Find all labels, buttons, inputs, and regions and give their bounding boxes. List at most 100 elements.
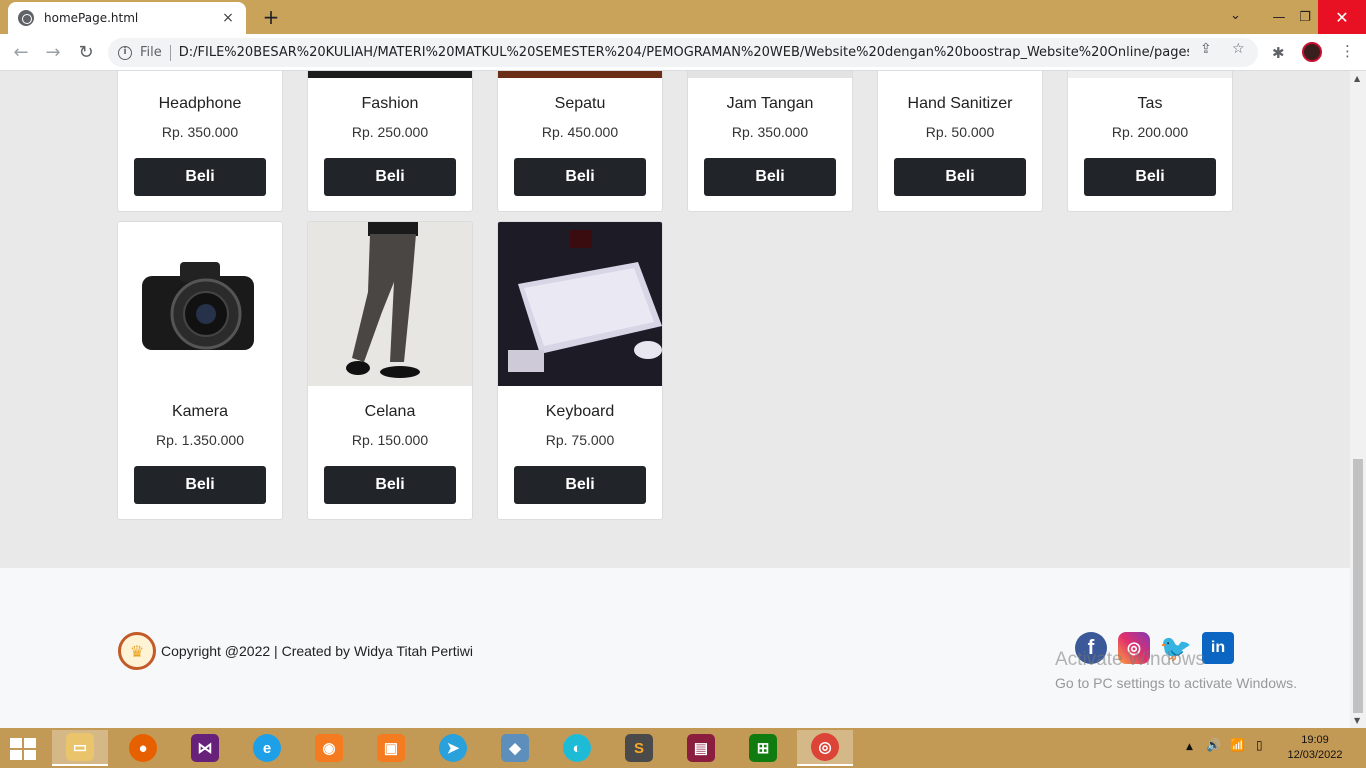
buy-button[interactable]: Beli	[1084, 158, 1216, 196]
browser-toolbar: ← → ↻ i File D:/FILE%20BESAR%20KULIAH/MA…	[0, 34, 1366, 71]
crown-icon: ♛	[129, 641, 145, 661]
product-name: Kamera	[171, 403, 229, 420]
product-price: Rp. 350.000	[161, 124, 239, 140]
file-explorer-icon[interactable]: ▭	[52, 730, 108, 766]
product-price: Rp. 200.000	[1111, 124, 1189, 140]
tab-title: homePage.html	[44, 11, 139, 25]
product-image	[308, 222, 472, 386]
camera-app-icon[interactable]: ▣	[363, 730, 419, 766]
product-image	[498, 222, 662, 386]
internet-explorer-icon[interactable]: e	[239, 730, 295, 766]
scroll-thumb[interactable]	[1353, 459, 1363, 713]
product-card: Fashion Rp. 250.000 Beli	[307, 71, 473, 212]
product-image	[878, 71, 1042, 78]
product-card: Sepatu Rp. 450.000 Beli	[497, 71, 663, 212]
clock-time: 19:09	[1301, 734, 1329, 746]
system-clock[interactable]: 19:09 12/03/2022	[1284, 733, 1346, 763]
globe-icon	[18, 10, 34, 26]
address-bar[interactable]: i File D:/FILE%20BESAR%20KULIAH/MATERI%2…	[108, 38, 1258, 67]
volume-icon[interactable]: 🔊	[1206, 738, 1221, 752]
visual-studio-icon[interactable]: ⋈	[177, 730, 233, 766]
winrar-icon[interactable]: ▤	[673, 730, 729, 766]
activate-windows-subtitle: Go to PC settings to activate Windows.	[1055, 675, 1297, 691]
microsoft-store-icon[interactable]: ⊞	[735, 730, 791, 766]
sublime-text-icon[interactable]: S	[611, 730, 667, 766]
linkedin-icon[interactable]: in	[1202, 632, 1234, 664]
product-image	[498, 71, 662, 78]
buy-button[interactable]: Beli	[514, 466, 646, 504]
product-price: Rp. 50.000	[925, 124, 995, 140]
browser-menu-icon[interactable]: ⋮	[1340, 42, 1355, 60]
network-signal-icon[interactable]: 📶	[1230, 738, 1245, 752]
page-scrollbar[interactable]: ▲ ▼	[1350, 71, 1366, 728]
telegram-icon[interactable]: ➤	[425, 730, 481, 766]
product-price: Rp. 1.350.000	[156, 432, 244, 448]
trousers-icon	[346, 222, 420, 378]
product-image	[118, 222, 282, 386]
tab-close-icon[interactable]: ×	[220, 10, 236, 26]
close-window-button[interactable]: ✕	[1318, 0, 1366, 34]
back-button[interactable]: ←	[10, 42, 32, 64]
tab-search-chevron-icon[interactable]: ⌄	[1230, 8, 1241, 23]
virtualbox-icon[interactable]: ◆	[487, 730, 543, 766]
keyboard-icon	[508, 230, 662, 372]
buy-button[interactable]: Beli	[324, 158, 456, 196]
extensions-icon[interactable]: ✱	[1272, 44, 1285, 62]
product-image	[308, 71, 472, 78]
product-name: Tas	[1137, 95, 1163, 112]
product-name: Keyboard	[545, 403, 615, 420]
site-logo: ♛	[118, 632, 156, 670]
bookmark-star-icon[interactable]: ☆	[1232, 41, 1245, 57]
share-icon[interactable]: ⇪	[1200, 41, 1212, 57]
buy-button[interactable]: Beli	[514, 158, 646, 196]
buy-button[interactable]: Beli	[324, 466, 456, 504]
scroll-up-icon[interactable]: ▲	[1354, 74, 1360, 83]
product-name: Celana	[364, 403, 416, 420]
product-name: Fashion	[361, 95, 419, 112]
clock-date: 12/03/2022	[1287, 749, 1343, 761]
product-image	[118, 71, 282, 78]
info-icon[interactable]: i	[118, 45, 132, 60]
forward-button[interactable]: →	[42, 42, 64, 64]
page-footer: ♛ Copyright @2022 | Created by Widya Tit…	[0, 568, 1350, 728]
windows-taskbar: ▭ ● ⋈ e ◉ ▣ ➤ ◆ ◐ S ▤ ⊞ ◎ ▲ 🔊 📶 ▯ 19:09 …	[0, 728, 1366, 768]
scroll-down-icon[interactable]: ▼	[1354, 716, 1360, 725]
product-name: Sepatu	[554, 95, 606, 112]
url-text[interactable]: D:/FILE%20BESAR%20KULIAH/MATERI%20MATKUL…	[179, 45, 1189, 60]
product-price: Rp. 75.000	[545, 432, 615, 448]
product-card: Celana Rp. 150.000 Beli	[307, 221, 473, 520]
buy-button[interactable]: Beli	[704, 158, 836, 196]
product-price: Rp. 450.000	[541, 124, 619, 140]
screenshot-tool-icon[interactable]: ◉	[301, 730, 357, 766]
scheme-label: File	[140, 45, 162, 60]
buy-button[interactable]: Beli	[134, 158, 266, 196]
restore-button[interactable]: ❐	[1290, 0, 1320, 34]
product-card: Keyboard Rp. 75.000 Beli	[497, 221, 663, 520]
buy-button[interactable]: Beli	[134, 466, 266, 504]
product-card: Headphone Rp. 350.000 Beli	[117, 71, 283, 212]
buy-button[interactable]: Beli	[894, 158, 1026, 196]
address-divider	[169, 44, 171, 61]
browser-tab-strip: homePage.html × + ⌄ — ❐ ✕	[0, 0, 1366, 34]
product-card: Hand Sanitizer Rp. 50.000 Beli	[877, 71, 1043, 212]
product-image	[1068, 71, 1232, 78]
copyright-text: Copyright @2022 | Created by Widya Titah…	[161, 643, 473, 659]
product-name: Headphone	[158, 95, 242, 112]
reload-button[interactable]: ↻	[75, 42, 97, 64]
edge-icon[interactable]: ◐	[549, 730, 605, 766]
page-viewport: Headphone Rp. 350.000 Beli Fashion Rp. 2…	[0, 71, 1350, 728]
profile-avatar[interactable]	[1302, 42, 1322, 62]
product-price: Rp. 250.000	[351, 124, 429, 140]
new-tab-button[interactable]: +	[260, 6, 282, 28]
firefox-icon[interactable]: ●	[115, 730, 171, 766]
product-name: Hand Sanitizer	[907, 95, 1013, 112]
product-price: Rp. 350.000	[731, 124, 809, 140]
battery-icon[interactable]: ▯	[1256, 738, 1263, 752]
tray-expand-icon[interactable]: ▲	[1186, 742, 1193, 752]
product-card: Tas Rp. 200.000 Beli	[1067, 71, 1233, 212]
browser-tab-active[interactable]: homePage.html ×	[8, 2, 246, 34]
chrome-icon[interactable]: ◎	[797, 730, 853, 766]
windows-start-icon[interactable]	[10, 738, 38, 760]
product-name: Jam Tangan	[726, 95, 814, 112]
activate-windows-title: Activate Windows	[1055, 649, 1205, 670]
